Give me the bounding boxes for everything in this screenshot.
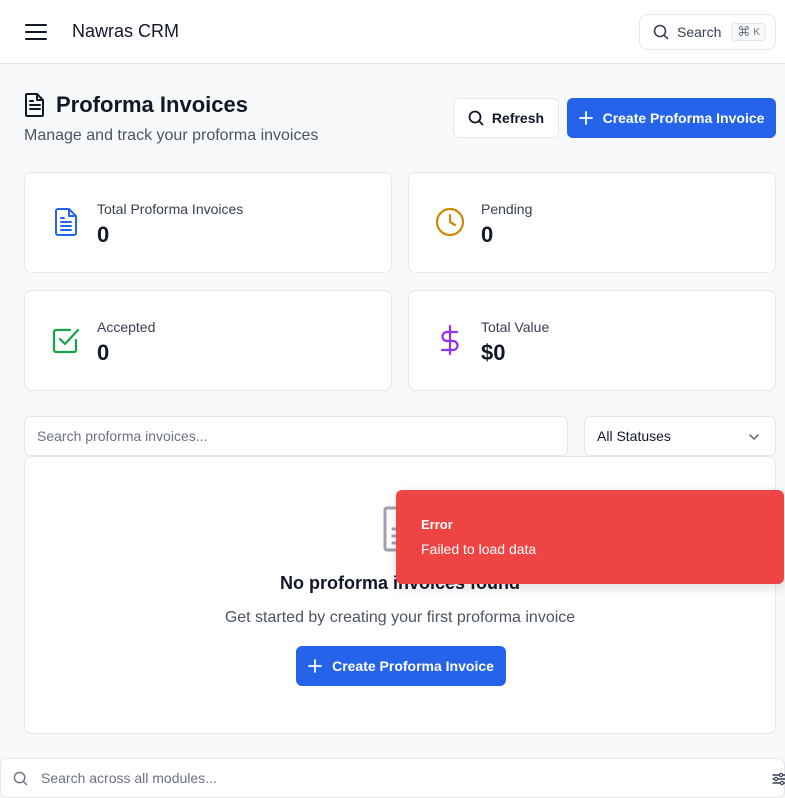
plus-icon <box>578 111 593 125</box>
sliders-icon[interactable] <box>772 772 785 786</box>
stat-label: Accepted <box>97 319 156 335</box>
empty-create-button-label: Create Proforma Invoice <box>332 658 494 674</box>
toast-message: Failed to load data <box>421 541 537 557</box>
dollar-icon <box>440 324 459 356</box>
empty-create-button[interactable]: Create Proforma Invoice <box>296 646 506 686</box>
page-title: Proforma Invoices <box>56 92 248 117</box>
toast-title: Error <box>421 517 453 532</box>
document-icon <box>55 208 77 236</box>
stat-card-total: Total Proforma Invoices 0 <box>24 172 392 273</box>
status-filter-value: All Statuses <box>597 428 671 444</box>
app-brand[interactable]: Nawras CRM <box>72 21 179 42</box>
stat-value: 0 <box>97 340 110 365</box>
create-proforma-invoice-button[interactable]: Create Proforma Invoice <box>567 98 776 138</box>
refresh-button[interactable]: Refresh <box>453 98 559 138</box>
search-icon <box>468 110 484 126</box>
stat-value: 0 <box>97 222 110 247</box>
page-subtitle: Manage and track your proforma invoices <box>24 127 319 144</box>
global-search-input[interactable] <box>41 759 741 797</box>
shortcut-key: K <box>753 26 761 38</box>
document-icon <box>25 93 44 117</box>
search-icon <box>653 24 669 40</box>
command-key-icon: ⌘ <box>737 24 751 39</box>
chevron-down-icon <box>749 434 759 440</box>
check-square-icon <box>52 328 80 354</box>
stat-label: Pending <box>481 201 533 217</box>
search-icon <box>13 771 28 786</box>
stat-card-pending: Pending 0 <box>408 172 776 273</box>
refresh-button-label: Refresh <box>491 110 545 126</box>
stat-value: $0 <box>481 340 506 365</box>
shortcut-badge: ⌘ K <box>731 23 767 41</box>
stat-label: Total Value <box>481 319 550 335</box>
proforma-search-input[interactable] <box>24 416 568 456</box>
empty-state-subtitle: Get started by creating your first profo… <box>224 609 576 626</box>
stat-card-total-value: Total Value $0 <box>408 290 776 391</box>
stat-card-accepted: Accepted 0 <box>24 290 392 391</box>
search-button-label: Search <box>677 24 722 40</box>
top-bar: Nawras CRM Search ⌘ K <box>0 0 785 64</box>
clock-icon <box>435 207 465 237</box>
stat-value: 0 <box>481 222 494 247</box>
search-button[interactable]: Search ⌘ K <box>639 14 776 50</box>
stat-label: Total Proforma Invoices <box>97 201 244 217</box>
plus-icon <box>308 659 322 673</box>
global-search-bar <box>0 758 785 798</box>
status-filter-select[interactable]: All Statuses <box>584 416 776 456</box>
menu-button[interactable] <box>22 20 50 44</box>
error-toast[interactable]: Error Failed to load data <box>396 490 784 584</box>
hamburger-icon <box>25 24 47 40</box>
create-button-label: Create Proforma Invoice <box>602 110 765 126</box>
page-header: Proforma Invoices <box>24 92 248 118</box>
